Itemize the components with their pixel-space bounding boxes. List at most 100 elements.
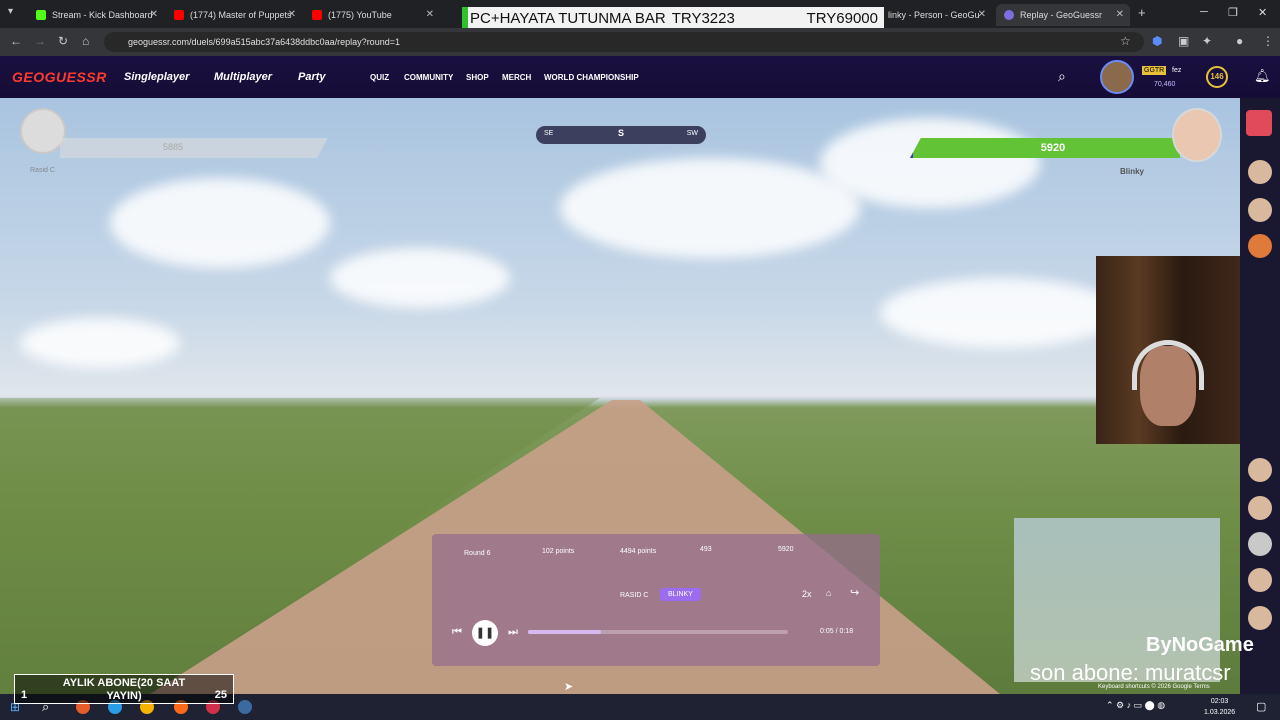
close-icon[interactable]: ✕ (150, 9, 158, 20)
sidebar-avatar[interactable] (1248, 532, 1272, 556)
player1-name: Rasid C (30, 167, 55, 174)
forward-icon[interactable]: → (34, 34, 46, 48)
geoguessr-logo[interactable]: GEOGUESSR (12, 69, 107, 85)
tab-label: Replay - GeoGuessr (1020, 10, 1103, 20)
skip-forward-icon[interactable]: ⏭ (508, 626, 518, 639)
sidebar-logo-icon[interactable] (1246, 110, 1272, 136)
close-window-button[interactable]: ✕ (1258, 6, 1267, 19)
minimize-button[interactable]: ─ (1200, 6, 1208, 18)
tray-icons[interactable]: ⌃ ⚙ ♪ ▭ ⬤ ◍ (1106, 700, 1165, 711)
goal-title: PC+HAYATA TUTUNMA BAR (470, 9, 666, 27)
back-icon[interactable]: ← (10, 34, 22, 48)
browser-toolbar: ← → ↻ ⌂ geoguessr.com/duels/699a515abc37… (0, 28, 1280, 56)
new-tab-button[interactable]: + (1138, 5, 1146, 20)
nav-party[interactable]: Party (298, 71, 326, 83)
nav-community[interactable]: COMMUNITY (404, 73, 453, 82)
sub-goal-title: AYLIK ABONE(20 SAAT YAYIN) (62, 677, 186, 702)
tab-youtube[interactable]: (1775) YouTube ✕ (304, 4, 440, 26)
address-bar[interactable]: geoguessr.com/duels/699a515abc37a6438ddb… (104, 32, 1144, 52)
nav-multiplayer[interactable]: Multiplayer (214, 71, 272, 83)
extension-icon[interactable]: ▣ (1178, 34, 1189, 48)
url-text: geoguessr.com/duels/699a515abc37a6438ddb… (128, 37, 400, 47)
extensions-puzzle-icon[interactable]: ✦ (1202, 34, 1212, 48)
player2-avatar (1172, 108, 1222, 162)
close-icon[interactable]: ✕ (978, 9, 986, 20)
playback-time: 0:05 / 0:18 (820, 628, 854, 635)
level-badge[interactable]: 146 (1206, 66, 1228, 88)
pause-button[interactable]: ❚❚ (472, 620, 498, 646)
sidebar-avatar[interactable] (1248, 496, 1272, 520)
coins-count: 70,460 (1154, 81, 1176, 88)
steam-icon[interactable] (238, 700, 252, 714)
user-avatar[interactable] (1100, 60, 1134, 94)
goal-current: TRY3223 (671, 9, 735, 27)
user-tag-badge: GGTR (1142, 66, 1167, 75)
sidebar-avatar[interactable] (1248, 606, 1272, 630)
mouse-cursor-icon: ➤ (564, 681, 574, 693)
tab-kick-dashboard[interactable]: Stream - Kick Dashboard ✕ (28, 4, 164, 26)
streamer-webcam (1096, 256, 1240, 444)
sidebar-avatar[interactable] (1248, 568, 1272, 592)
goal-progress-fill (462, 7, 468, 29)
player-a-toggle[interactable]: RASID C (620, 592, 648, 599)
subscriber-goal-box: AYLIK ABONE(20 SAAT YAYIN) 1 25 (14, 674, 234, 704)
tab-geoguessr-profile[interactable]: linky - Person - GeoGu ✕ (880, 4, 992, 26)
geoguessr-pin-icon (1004, 10, 1014, 20)
close-icon[interactable]: ✕ (1116, 9, 1124, 20)
playback-progress (528, 630, 601, 634)
reload-icon[interactable]: ↻ (58, 34, 68, 48)
sidebar-avatar[interactable] (1248, 160, 1272, 184)
playback-track[interactable] (528, 630, 788, 634)
world-minimap[interactable] (1014, 518, 1220, 682)
player-b-toggle[interactable]: BLINKY (660, 588, 701, 601)
round-label: Round 6 (464, 550, 491, 557)
player2-name: Blinky (1120, 167, 1145, 176)
nav-singleplayer[interactable]: Singleplayer (124, 71, 189, 83)
tab-label: Stream - Kick Dashboard (52, 10, 153, 20)
player2-health-value: 5920 (1040, 142, 1066, 154)
nav-shop[interactable]: SHOP (466, 73, 489, 82)
compass[interactable]: SE S SW (536, 126, 706, 144)
close-icon[interactable]: ✕ (288, 9, 296, 20)
headphones-icon (1132, 340, 1204, 390)
extension-icon[interactable]: ⬢ (1152, 34, 1162, 48)
player1-name-text: Rasid C (30, 167, 55, 174)
brand-logo: ByNoGame (1146, 634, 1254, 656)
speed-button[interactable]: 2x (802, 589, 812, 599)
skip-back-icon[interactable]: ⏮ (452, 626, 462, 639)
sidebar-avatar[interactable] (1248, 198, 1272, 222)
tab-label: (1774) Master of Puppets (190, 10, 292, 20)
bookmark-star-icon[interactable]: ☆ (1120, 34, 1131, 48)
user-name: fez (1172, 67, 1182, 74)
bell-icon[interactable]: 🔔︎ (1254, 68, 1271, 84)
compass-sw: SW (686, 130, 698, 137)
sidebar-avatar[interactable] (1248, 458, 1272, 482)
tab-youtube-music[interactable]: (1774) Master of Puppets ✕ (166, 4, 302, 26)
sidebar-avatar[interactable] (1248, 234, 1272, 258)
clock-time: 02:03 (1210, 698, 1229, 705)
search-icon[interactable]: ⌕ (1058, 68, 1066, 85)
nav-world-championship[interactable]: WORLD CHAMPIONSHIP (544, 73, 639, 82)
donation-goal-banner: PC+HAYATA TUTUNMA BAR TRY3223 TRY69000 (462, 7, 884, 29)
nav-quiz[interactable]: QUIZ (370, 73, 389, 82)
home-icon[interactable]: ⌂ (82, 34, 89, 48)
taskbar-clock[interactable]: 02:03 1.03.2026 (1204, 696, 1235, 718)
nav-merch[interactable]: MERCH (502, 73, 531, 82)
sub-goal-current: 1 (21, 689, 28, 701)
notification-icon[interactable]: ▢ (1256, 700, 1266, 713)
player2-round-points: 4494 points (620, 548, 657, 555)
camera-icon[interactable]: ⌂ (826, 588, 831, 598)
youtube-icon (312, 10, 322, 20)
replay-panel: Round 6 102 points 4494 points 493 5920 … (432, 534, 880, 666)
profile-avatar-icon[interactable]: ● (1236, 34, 1243, 48)
compass-se: SE (544, 130, 554, 137)
share-icon[interactable]: ↪ (850, 586, 859, 599)
clock-date: 1.03.2026 (1204, 709, 1236, 716)
tab-replay-geoguessr[interactable]: Replay - GeoGuessr ✕ (996, 4, 1130, 26)
tab-search-icon[interactable]: ▾ (8, 6, 13, 17)
close-icon[interactable]: ✕ (426, 9, 434, 20)
maximize-button[interactable]: ❐ (1228, 6, 1238, 19)
player1-health-value: 5885 (162, 142, 184, 152)
menu-icon[interactable]: ⋮ (1262, 34, 1274, 48)
geoguessr-header: GEOGUESSR Singleplayer Multiplayer Party… (0, 56, 1280, 98)
